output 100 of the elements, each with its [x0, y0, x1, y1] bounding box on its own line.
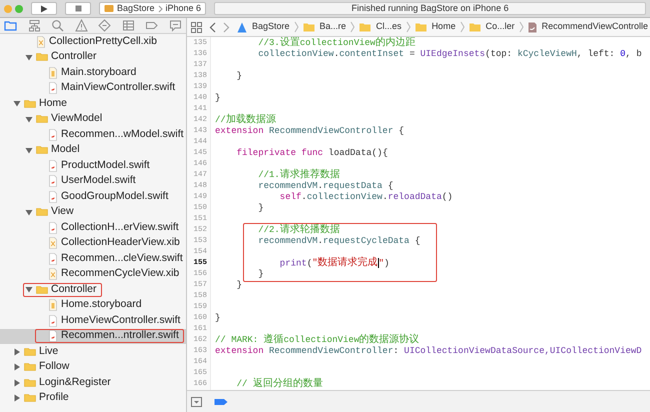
code-line: self.collectionView.reloadData() [278, 192, 454, 203]
xib-file-icon [36, 36, 46, 48]
file-label[interactable]: Recommen...cleView.swift [61, 250, 183, 267]
folder-label[interactable]: ViewModel [51, 111, 102, 128]
code-line: } [257, 269, 265, 280]
app-icon [104, 4, 114, 13]
speech-bubble-icon[interactable] [168, 19, 182, 32]
code-line: //加载数据源 [215, 115, 277, 126]
file-label[interactable]: HomeViewController.swift [61, 312, 180, 329]
code-line: print("数据请求完成") [278, 258, 390, 269]
grid-icon[interactable] [191, 22, 202, 32]
code-line: // 返回分组的数量 [236, 379, 324, 390]
folder-icon [359, 22, 372, 32]
breakpoint-icon[interactable] [214, 398, 228, 406]
file-label[interactable]: CollectionH...erView.swift [61, 220, 179, 236]
folder-icon [36, 113, 48, 126]
app-icon [237, 22, 247, 32]
file-label[interactable]: CollectionPrettyCell.xib [49, 34, 157, 50]
swift-file-icon [48, 160, 58, 172]
file-label[interactable]: Main.storyboard [61, 64, 136, 81]
expanded-triangle-icon[interactable] [25, 146, 33, 154]
file-label[interactable]: Home.storyboard [61, 297, 142, 314]
folder-icon [24, 392, 36, 404]
folder-icon [24, 361, 36, 374]
stop-button[interactable] [65, 2, 91, 15]
file-label[interactable]: CollectionHeaderView.xib [61, 235, 180, 252]
collapsed-triangle-icon[interactable] [13, 394, 21, 402]
file-label[interactable]: GoodGroupModel.swift [61, 188, 168, 205]
folder-icon [36, 144, 48, 156]
file-label[interactable]: ProductModel.swift [61, 158, 150, 174]
folder-label[interactable]: Login&Register [39, 374, 111, 391]
debug-area-toggle-icon[interactable] [191, 396, 202, 406]
code-line: collectionView.contentInset = UIEdgeInsets(top: kCycleViewH, left: 0, b [257, 49, 643, 60]
xib-file-icon [48, 237, 58, 250]
folder-icon [36, 284, 48, 296]
folder-label[interactable]: View [51, 204, 74, 220]
scheme-selector[interactable]: BagStore iPhone 6 [99, 2, 206, 15]
stop-icon [74, 5, 82, 12]
expanded-triangle-icon[interactable] [13, 100, 21, 108]
folder-icon [36, 206, 48, 218]
folder-icon[interactable] [4, 19, 17, 32]
chevron-icon [294, 21, 299, 33]
diamond-icon[interactable] [98, 19, 112, 32]
run-button[interactable] [31, 2, 57, 15]
breadcrumb-item[interactable]: Cl...es [376, 20, 402, 34]
swift-file-icon [48, 175, 58, 188]
folder-label[interactable]: Live [39, 344, 58, 360]
warning-icon[interactable] [74, 19, 88, 32]
swift-file-icon [48, 222, 58, 234]
code-line: //2.请求轮播数据 [257, 225, 341, 236]
folder-label[interactable]: Controller [51, 282, 97, 298]
chevron-icon [158, 4, 163, 12]
chevron-icon [460, 21, 465, 33]
folder-icon [24, 346, 36, 358]
swift-file-icon [48, 314, 58, 327]
chevron-icon [406, 21, 411, 33]
folder-icon [302, 22, 315, 32]
scheme-name: BagStore [117, 2, 155, 15]
tag-icon[interactable] [145, 19, 158, 32]
device-name: iPhone 6 [166, 2, 202, 15]
collapsed-triangle-icon[interactable] [13, 363, 21, 372]
file-label[interactable]: UserModel.swift [61, 173, 136, 190]
code-line: // MARK: 遵循collectionView的数据源协议 [215, 335, 420, 346]
file-label[interactable]: Recommen...wModel.swift [61, 126, 184, 143]
collapsed-triangle-icon[interactable] [13, 348, 21, 356]
code-line: //1.请求推荐数据 [257, 170, 341, 181]
back-icon[interactable] [209, 22, 216, 32]
expanded-triangle-icon[interactable] [25, 54, 33, 61]
folder-label[interactable]: Model [51, 142, 80, 158]
file-label[interactable]: RecommenCycleView.xib [61, 266, 180, 282]
code-line: } [236, 71, 244, 82]
folder-label[interactable]: Controller [51, 49, 97, 66]
code-line: fileprivate func loadData(){ [236, 148, 389, 159]
breadcrumb-item[interactable]: Home [432, 20, 456, 34]
folder-icon [36, 51, 48, 64]
collapsed-triangle-icon[interactable] [13, 378, 21, 387]
forward-icon[interactable] [223, 22, 230, 32]
chevron-icon [350, 21, 356, 33]
storyboard-file-icon [48, 66, 58, 79]
expanded-triangle-icon[interactable] [25, 116, 33, 123]
code-line: } [215, 313, 222, 324]
file-label[interactable]: Recommen...ntroller.swift [61, 328, 179, 344]
table-icon[interactable] [122, 19, 135, 32]
breadcrumb-item[interactable]: Co...ler [486, 20, 515, 34]
folder-label[interactable]: Follow [39, 359, 70, 376]
folder-icon [24, 98, 36, 110]
breadcrumb-item[interactable]: RecommendViewControlle [542, 20, 648, 34]
folder-label[interactable]: Profile [39, 390, 69, 406]
expanded-triangle-icon[interactable] [25, 208, 33, 216]
xib-file-icon [48, 268, 58, 280]
folder-label[interactable]: Home [39, 96, 68, 112]
storyboard-file-icon [48, 299, 58, 312]
breadcrumb-item[interactable]: Ba...re [320, 20, 346, 34]
search-icon[interactable] [51, 19, 64, 32]
swift-file-icon [48, 330, 58, 342]
breadcrumb-item[interactable]: BagStore [252, 20, 290, 34]
code-line: } [257, 203, 265, 214]
file-label[interactable]: MainViewController.swift [61, 80, 176, 96]
expanded-triangle-icon[interactable] [25, 286, 33, 294]
code-line: extension RecommendViewController: UICollectionViewDataSource,UICollectionViewD [215, 346, 643, 357]
